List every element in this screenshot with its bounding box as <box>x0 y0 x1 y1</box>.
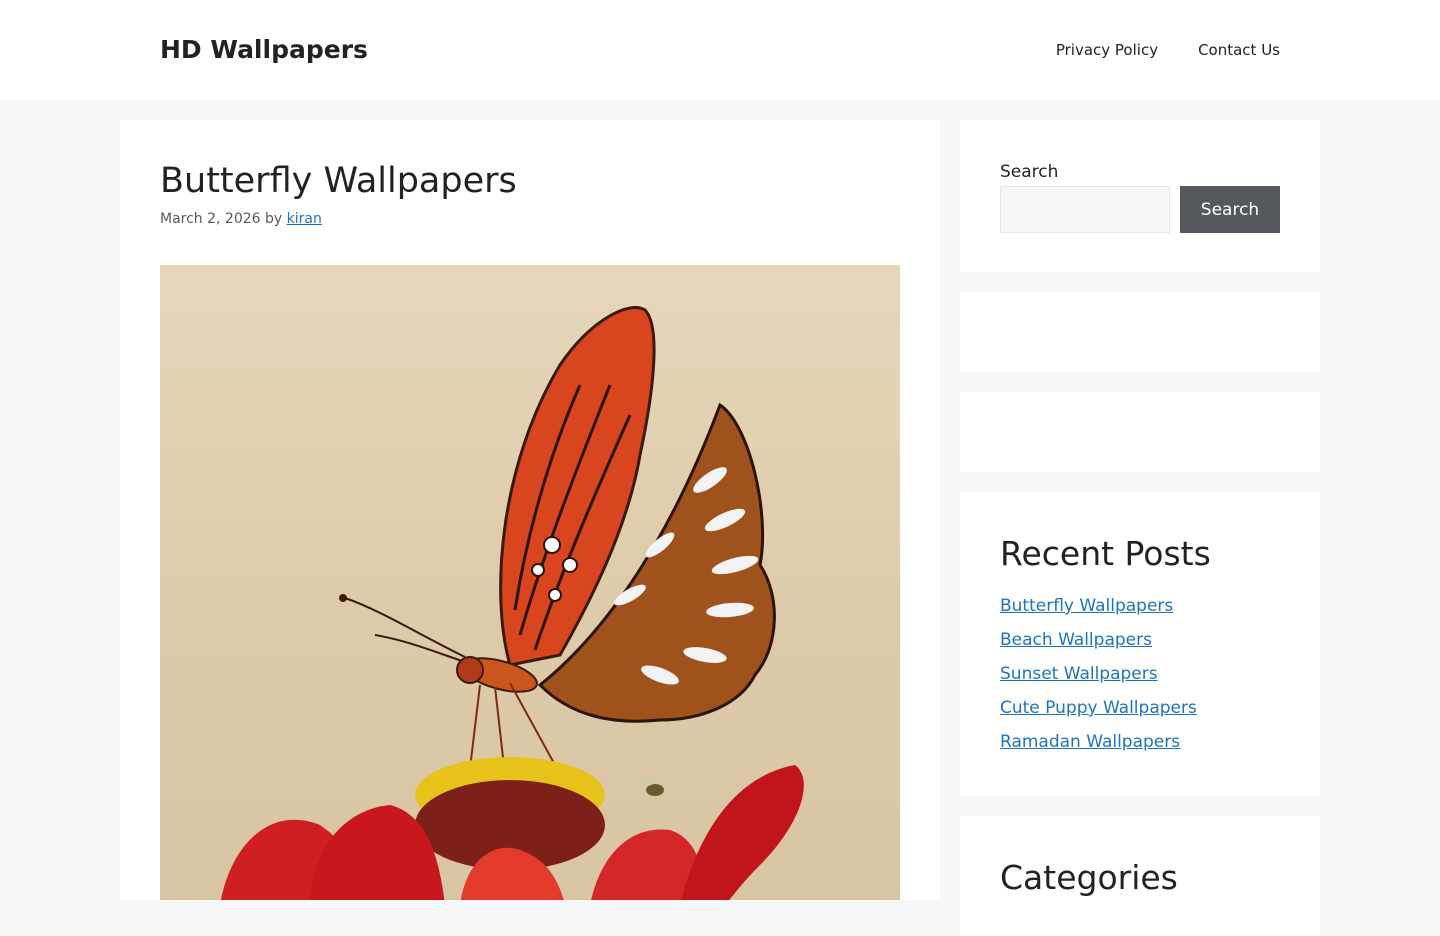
categories-widget: Categories <box>960 816 1320 936</box>
post-meta: March 2, 2026 by kiran <box>160 208 322 230</box>
search-input[interactable] <box>1000 186 1170 233</box>
search-label: Search <box>1000 162 1059 182</box>
post-by-label: by <box>265 211 283 227</box>
list-item: Sunset Wallpapers <box>1000 662 1197 696</box>
post-author-link[interactable]: kiran <box>287 211 322 227</box>
search-button[interactable]: Search <box>1180 186 1280 233</box>
nav-item-contact-us[interactable]: Contact Us <box>1198 41 1280 59</box>
empty-widget-2 <box>960 392 1320 472</box>
empty-widget-1 <box>960 292 1320 372</box>
recent-post-link[interactable]: Sunset Wallpapers <box>1000 664 1158 684</box>
categories-title: Categories <box>1000 858 1178 897</box>
list-item: Butterfly Wallpapers <box>1000 594 1197 628</box>
recent-post-link[interactable]: Beach Wallpapers <box>1000 630 1152 650</box>
site-header: HD Wallpapers Privacy Policy Contact Us <box>0 0 1440 100</box>
post-title: Butterfly Wallpapers <box>160 161 517 201</box>
list-item: Ramadan Wallpapers <box>1000 730 1197 764</box>
list-item: Beach Wallpapers <box>1000 628 1197 662</box>
featured-image-butterfly[interactable] <box>160 265 900 900</box>
post-article: Butterfly Wallpapers March 2, 2026 by ki… <box>120 120 940 900</box>
recent-post-link[interactable]: Butterfly Wallpapers <box>1000 596 1173 616</box>
nav-item-privacy-policy[interactable]: Privacy Policy <box>1056 41 1158 59</box>
recent-posts-list: Butterfly Wallpapers Beach Wallpapers Su… <box>1000 594 1197 764</box>
site-title-link[interactable]: HD Wallpapers <box>160 30 368 70</box>
recent-post-link[interactable]: Ramadan Wallpapers <box>1000 732 1180 752</box>
post-date: March 2, 2026 <box>160 211 261 227</box>
recent-posts-title: Recent Posts <box>1000 534 1211 573</box>
list-item: Cute Puppy Wallpapers <box>1000 696 1197 730</box>
recent-post-link[interactable]: Cute Puppy Wallpapers <box>1000 698 1197 718</box>
search-widget: Search Search <box>960 120 1320 272</box>
butterfly-illustration <box>221 305 804 900</box>
recent-posts-widget: Recent Posts Butterfly Wallpapers Beach … <box>960 492 1320 796</box>
main-navigation: Privacy Policy Contact Us <box>1016 30 1280 70</box>
